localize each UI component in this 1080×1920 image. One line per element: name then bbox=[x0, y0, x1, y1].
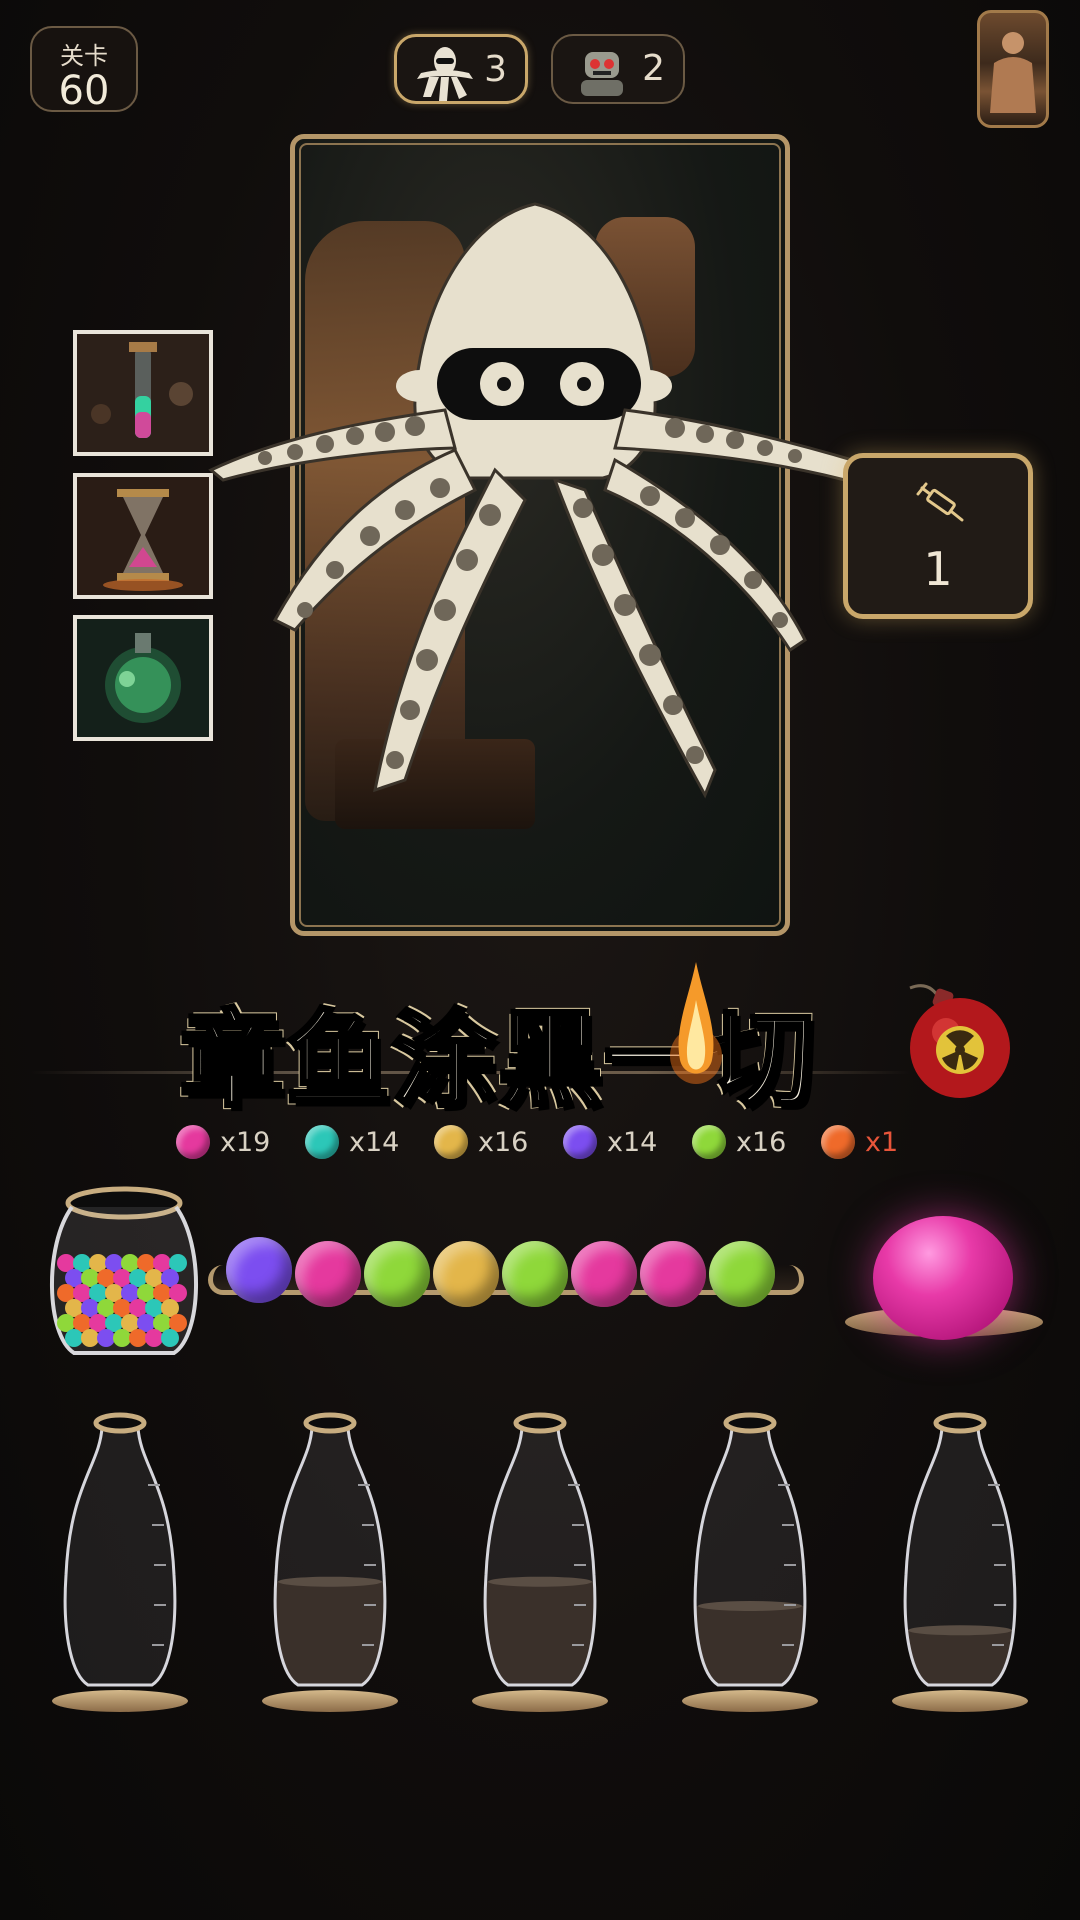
queue-ball bbox=[571, 1241, 637, 1307]
queue-ball bbox=[640, 1241, 706, 1307]
yellow-ball-icon bbox=[434, 1125, 468, 1159]
robot-icon bbox=[581, 52, 623, 96]
queue-ball bbox=[364, 1241, 430, 1307]
player-avatar[interactable] bbox=[977, 10, 1049, 128]
bomb-icon bbox=[909, 984, 1010, 1098]
octopus-count: 3 bbox=[484, 49, 507, 90]
queue-ball bbox=[295, 1241, 361, 1307]
ball-queue bbox=[226, 1237, 796, 1307]
queue-ball bbox=[433, 1241, 499, 1307]
queue-ball bbox=[502, 1241, 568, 1307]
ball-count-pink: x19 bbox=[176, 1122, 270, 1162]
bottle-3[interactable] bbox=[472, 1405, 622, 1715]
octopus-enemy-figure bbox=[208, 202, 862, 799]
orange-ball-icon bbox=[821, 1125, 855, 1159]
purple-ball-icon bbox=[563, 1125, 597, 1159]
ball-count-purple: x14 bbox=[563, 1122, 657, 1162]
current-ball[interactable] bbox=[873, 1216, 1013, 1340]
syringe-count: 1 bbox=[923, 542, 953, 596]
ball-count-yellow: x16 bbox=[434, 1122, 528, 1162]
robot-count: 2 bbox=[642, 48, 665, 89]
pink-ball-icon bbox=[176, 1125, 210, 1159]
level-label: 关卡 bbox=[60, 42, 108, 70]
syringe-icon bbox=[916, 482, 964, 522]
level-number: 60 bbox=[58, 68, 110, 114]
hourglass-thumbnail[interactable] bbox=[73, 473, 213, 599]
teal-ball-icon bbox=[305, 1125, 339, 1159]
level-indicator: 关卡 60 bbox=[30, 26, 138, 112]
flame-icon bbox=[670, 962, 722, 1084]
queue-ball bbox=[709, 1241, 775, 1307]
robot-enemy-tab[interactable]: 2 bbox=[551, 34, 685, 104]
bottle-5[interactable] bbox=[892, 1405, 1042, 1715]
syringe-powerup[interactable]: 1 bbox=[843, 453, 1033, 619]
test-tube-thumbnail[interactable] bbox=[73, 330, 213, 456]
octopus-icon bbox=[417, 47, 473, 101]
bottle-4[interactable] bbox=[682, 1405, 832, 1715]
green-flask-thumbnail[interactable] bbox=[73, 615, 213, 741]
octopus-enemy-tab[interactable]: 3 bbox=[394, 34, 528, 104]
bottle-2[interactable] bbox=[262, 1405, 412, 1715]
bottle-1[interactable] bbox=[52, 1405, 202, 1715]
ball-count-green: x16 bbox=[692, 1122, 786, 1162]
ball-jar[interactable] bbox=[44, 1185, 204, 1365]
ball-count-teal: x14 bbox=[305, 1122, 399, 1162]
green-ball-icon bbox=[692, 1125, 726, 1159]
queue-ball bbox=[226, 1237, 292, 1303]
ball-count-orange: x1 bbox=[821, 1122, 898, 1162]
